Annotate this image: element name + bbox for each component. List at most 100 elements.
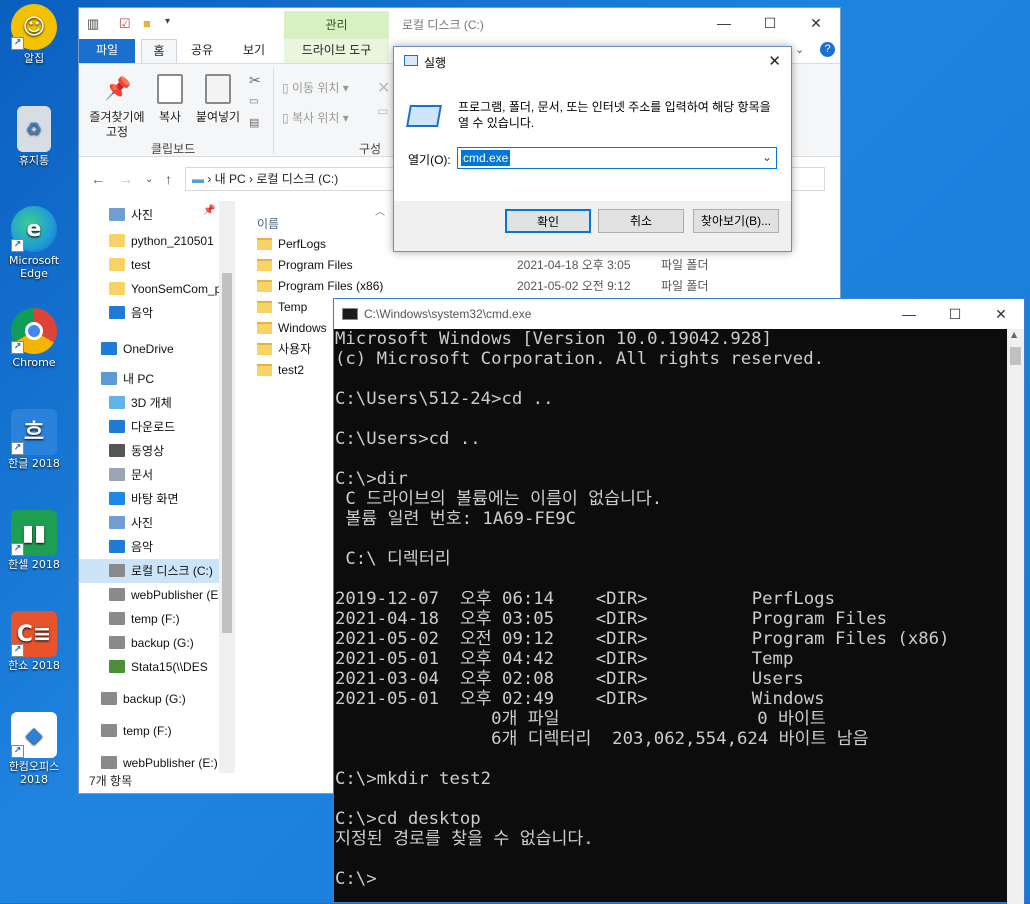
desktop-icon-chrome[interactable]: ↗ Chrome [2, 308, 66, 369]
paste-button[interactable]: 붙여넣기 [193, 74, 243, 125]
manage-tab-header[interactable]: 관리 [284, 11, 389, 39]
sidebar-item-label: 사진 [131, 208, 154, 222]
file-row[interactable]: PerfLogs [257, 234, 326, 255]
close-icon[interactable]: ✕ [768, 52, 781, 70]
desktop-icon-hangul[interactable]: 흐 ↗ 한글 2018 [2, 409, 66, 470]
paste-shortcut-icon[interactable]: ▤ [249, 116, 259, 129]
ribbon-expand-icon[interactable]: ⌄ [795, 43, 804, 56]
console-output[interactable]: Microsoft Windows [Version 10.0.19042.92… [334, 329, 1008, 904]
sidebar-item[interactable]: 사진 [79, 511, 219, 535]
sidebar-item[interactable]: 바탕 화면 [79, 487, 219, 511]
column-header-name[interactable]: 이름 [257, 215, 279, 232]
open-combobox[interactable]: cmd.exe ⌄ [457, 147, 777, 169]
sidebar-item[interactable]: 음악 [79, 535, 219, 559]
network-drive-icon [109, 660, 125, 673]
open-label: 열기(O): [408, 153, 451, 167]
ok-button[interactable]: 확인 [505, 209, 591, 233]
file-row[interactable]: test2 [257, 360, 304, 381]
file-row[interactable]: Temp [257, 297, 307, 318]
sidebar-item[interactable]: 동영상 [79, 439, 219, 463]
desktop-icon-alzip[interactable]: ☺ ↗ 알집 [2, 4, 66, 65]
console-line: C 드라이브의 볼륨에는 이름이 없습니다. [335, 489, 663, 509]
sidebar-item[interactable]: Stata15(\\DES [79, 655, 219, 679]
sidebar-item[interactable]: webPublisher (E [79, 583, 219, 607]
file-name: Program Files [278, 258, 353, 272]
console-line: C:\> [335, 869, 377, 889]
scrollbar-thumb[interactable] [222, 273, 232, 633]
desktop-icon-edge[interactable]: e ↗ Microsoft Edge [2, 206, 66, 280]
copy-to-button[interactable]: ▯ 복사 위치 ▾ [282, 109, 349, 126]
desktop-icon-hanshow[interactable]: C≡ ↗ 한쇼 2018 [2, 611, 66, 672]
sidebar-item[interactable]: 음악 [79, 301, 219, 325]
close-button[interactable]: ✕ [793, 8, 839, 39]
chevron-down-icon[interactable]: ⌄ [762, 150, 772, 164]
minimize-button[interactable]: — [701, 8, 747, 39]
desktop-icon-hancom-office[interactable]: ◆ ↗ 한컴오피스 2018 [2, 712, 66, 786]
sidebar-item-label: 바탕 화면 [131, 492, 179, 506]
rename-icon[interactable]: ▭ [377, 104, 388, 118]
breadcrumb-pc[interactable]: 내 PC [215, 172, 246, 186]
move-to-button[interactable]: ▯ 이동 위치 ▾ [282, 79, 349, 96]
folder-icon [109, 282, 125, 295]
sidebar-item[interactable]: 문서 [79, 463, 219, 487]
tab-view[interactable]: 보기 [239, 39, 269, 63]
explorer-titlebar: ▥ ☑ ■ ▾ 관리 로컬 디스크 (C:) — ☐ ✕ [79, 8, 840, 39]
sidebar-item-label: test [131, 258, 151, 272]
scrollbar-thumb[interactable] [1010, 347, 1021, 365]
pin-to-quick-access-button[interactable]: 📌 즐겨찾기에 고정 [85, 74, 149, 140]
forward-arrow-icon[interactable]: → [119, 171, 133, 187]
cancel-button[interactable]: 취소 [598, 209, 684, 233]
sidebar-item[interactable]: 다운로드 [79, 415, 219, 439]
sidebar-item[interactable]: 로컬 디스크 (C:) [79, 559, 219, 583]
sidebar-item-label: 로컬 디스크 (C:) [131, 564, 213, 578]
browse-button[interactable]: 찾아보기(B)... [693, 209, 779, 233]
back-arrow-icon[interactable]: ← [91, 171, 105, 187]
sidebar-item[interactable]: backup (G:) [79, 687, 219, 711]
new-folder-icon[interactable]: ■ [143, 16, 151, 31]
breadcrumb-drive[interactable]: 로컬 디스크 (C:) [256, 172, 338, 186]
delete-icon[interactable]: ✕ [377, 78, 390, 98]
sidebar-item[interactable]: 3D 개체 [79, 391, 219, 415]
sidebar-item[interactable]: YoonSemCom_p [79, 277, 219, 301]
open-input-value[interactable]: cmd.exe [461, 150, 511, 166]
music-icon [109, 306, 125, 319]
properties-icon[interactable]: ☑ [119, 16, 131, 32]
file-row[interactable]: Program Files (x86) 2021-05-02 오전 9:12 파일 … [257, 276, 709, 297]
scroll-up-icon[interactable]: ▲ [1011, 330, 1017, 339]
file-row[interactable]: 사용자 [257, 339, 311, 360]
sidebar-item[interactable]: temp (F:) [79, 719, 219, 743]
cut-icon[interactable]: ✂ [249, 72, 261, 89]
copy-path-icon[interactable]: ▭ [249, 96, 258, 107]
close-button[interactable]: ✕ [978, 299, 1024, 330]
file-row[interactable]: Program Files 2021-04-18 오후 3:05 파일 폴더 [257, 255, 709, 276]
sidebar-item[interactable]: 내 PC [79, 367, 219, 391]
file-row[interactable]: Windows [257, 318, 327, 339]
help-icon[interactable]: ? [820, 42, 835, 57]
tab-drive-tools[interactable]: 드라이브 도구 [284, 39, 389, 63]
navigation-scrollbar[interactable] [219, 201, 235, 773]
tab-file[interactable]: 파일 [79, 39, 135, 63]
maximize-button[interactable]: ☐ [932, 299, 978, 330]
sidebar-item[interactable]: OneDrive [79, 337, 219, 361]
sidebar-item[interactable]: 사진 [79, 203, 219, 227]
recent-locations-chevron-icon[interactable]: ⌄ [145, 174, 153, 185]
sidebar-item[interactable]: python_210501 [79, 229, 219, 253]
copy-button[interactable]: 복사 [155, 74, 185, 125]
desktop-icon-recycle-bin[interactable]: ♻ 휴지통 [2, 106, 66, 167]
sidebar-item[interactable]: temp (F:) [79, 607, 219, 631]
sidebar-item[interactable]: backup (G:) [79, 631, 219, 655]
console-scrollbar[interactable]: ▲ [1007, 329, 1024, 904]
minimize-button[interactable]: — [886, 299, 932, 330]
tab-home[interactable]: 홈 [141, 39, 177, 63]
tab-share[interactable]: 공유 [187, 39, 217, 63]
maximize-button[interactable]: ☐ [747, 8, 793, 39]
quick-access-dropdown-icon[interactable]: ▾ [165, 16, 170, 27]
sidebar-item[interactable]: test [79, 253, 219, 277]
navigation-pane: 사진 python_210501 test YoonSemCom_p 음악 OneDriv… [79, 201, 235, 773]
sidebar-item-label: temp (F:) [123, 724, 172, 738]
up-arrow-icon[interactable]: ↑ [165, 171, 172, 187]
chrome-icon: ↗ [11, 308, 57, 354]
desktop-icon-hancell[interactable]: ▮▮ ↗ 한셀 2018 [2, 510, 66, 571]
console-line: 볼륨 일련 번호: 1A69-FE9C [335, 509, 577, 529]
